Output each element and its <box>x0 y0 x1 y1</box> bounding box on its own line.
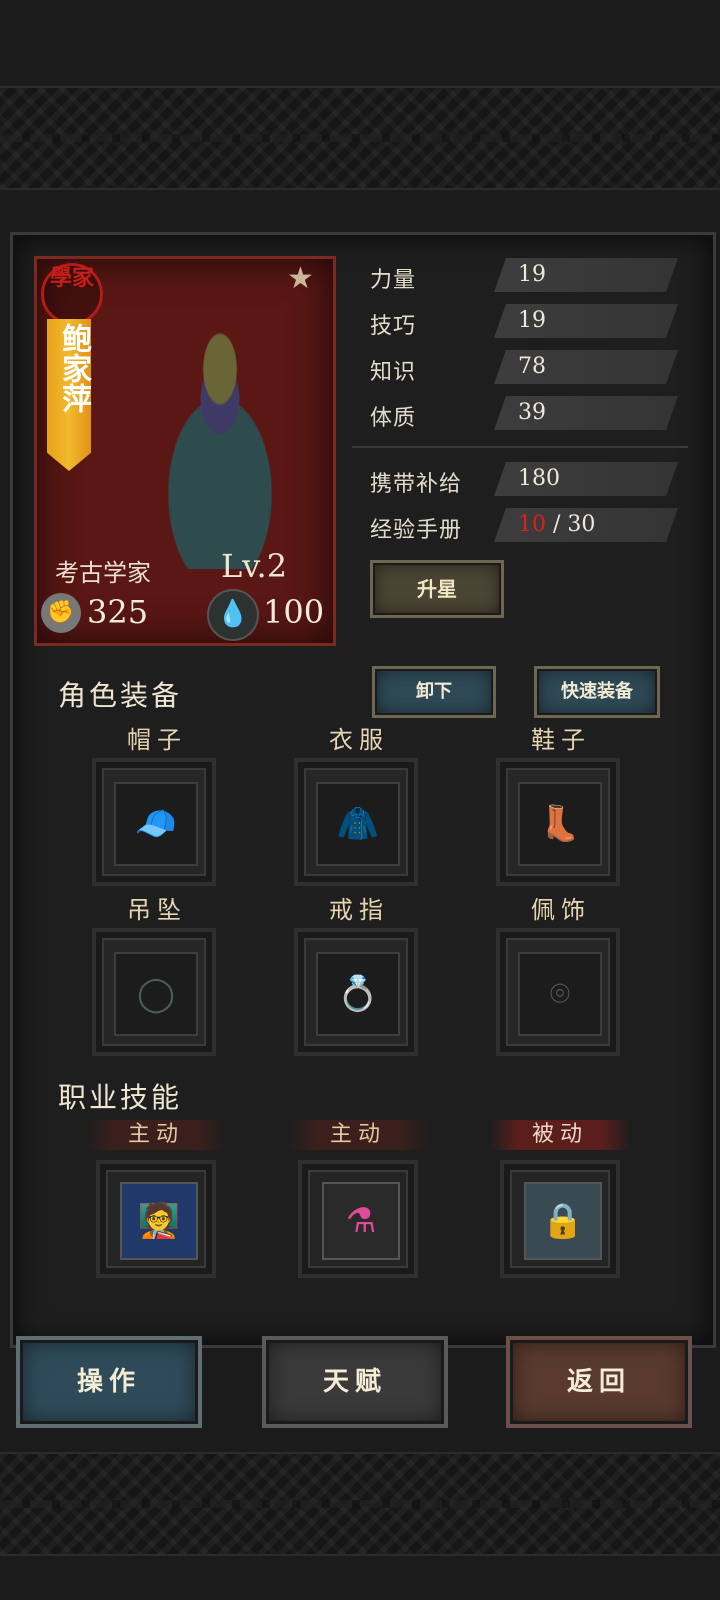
manual-label: 经验手册 <box>370 518 463 543</box>
skill-slot-active-1[interactable]: 🧑‍🏫 <box>96 1160 216 1278</box>
boots-icon: 👢 <box>518 782 602 866</box>
star-icon: ★ <box>287 261 314 296</box>
operate-button[interactable]: 操作 <box>16 1336 202 1428</box>
equip-slot-ring[interactable]: 💍 <box>294 928 418 1056</box>
equip-slot-hat[interactable]: 🧢 <box>92 758 216 886</box>
slot-label-shoes: 鞋子 <box>531 726 591 754</box>
stats-divider <box>352 446 688 448</box>
scholar-skill-icon: 🧑‍🏫 <box>120 1182 198 1260</box>
ring-icon: 💍 <box>316 952 400 1036</box>
character-name: 鲍家萍 <box>56 323 91 413</box>
stat-value-skill: 19 <box>494 304 678 338</box>
cap-icon: 🧢 <box>114 782 198 866</box>
manual-value: 10 / 30 <box>494 508 678 542</box>
lock-skill-icon: 🔒 <box>524 1182 602 1260</box>
class-seal: 學家 <box>41 263 103 325</box>
accessory-icon: ⌾ <box>518 952 602 1036</box>
equip-slot-accessory[interactable]: ⌾ <box>496 928 620 1056</box>
equip-slot-shoes[interactable]: 👢 <box>496 758 620 886</box>
supplies-label: 携带补给 <box>370 472 463 497</box>
skill-slot-passive[interactable]: 🔒 <box>500 1160 620 1278</box>
stat-value-strength: 19 <box>494 258 678 292</box>
stat-label-knowledge: 知识 <box>370 360 417 385</box>
pendant-icon: ◯ <box>114 952 198 1036</box>
back-button[interactable]: 返回 <box>506 1336 692 1428</box>
slot-label-clothes: 衣服 <box>329 726 389 754</box>
skill-tag-passive: 被动 <box>490 1120 630 1150</box>
stat-value-knowledge: 78 <box>494 350 678 384</box>
quick-equip-button[interactable]: 快速装备 <box>534 666 660 718</box>
star-up-button[interactable]: 升星 <box>370 560 504 618</box>
stat-label-skill: 技巧 <box>370 314 417 339</box>
slot-label-ring: 戒指 <box>329 896 389 924</box>
equip-slot-clothes[interactable]: 🧥 <box>294 758 418 886</box>
jacket-icon: 🧥 <box>316 782 400 866</box>
top-decorative-band <box>0 86 720 190</box>
skill-tag-active-1: 主动 <box>86 1120 226 1150</box>
manual-current: 10 <box>518 512 546 537</box>
energy-value: 100 <box>263 593 325 631</box>
stat-value-constitution: 39 <box>494 396 678 430</box>
stat-label-constitution: 体质 <box>370 406 417 431</box>
character-level: Lv.2 <box>221 547 288 585</box>
fist-icon: ✊ <box>41 593 81 633</box>
bottom-decorative-band <box>0 1452 720 1556</box>
stat-label-strength: 力量 <box>370 268 417 293</box>
manual-separator: / <box>546 512 568 537</box>
skill-slot-active-2[interactable]: ⚗ <box>298 1160 418 1278</box>
unload-button[interactable]: 卸下 <box>372 666 496 718</box>
energy-drop-icon: 💧 <box>207 589 259 641</box>
equip-slot-pendant[interactable]: ◯ <box>92 928 216 1056</box>
supplies-value: 180 <box>494 462 678 496</box>
character-portrait-card[interactable]: 學家 鲍家萍 ★ 考古学家 Lv.2 ✊ 325 💧 100 <box>34 256 336 646</box>
slot-label-hat: 帽子 <box>127 726 187 754</box>
slot-label-pendant: 吊坠 <box>127 896 187 924</box>
potion-skill-icon: ⚗ <box>322 1182 400 1260</box>
power-value: 325 <box>87 593 149 631</box>
skills-title: 职业技能 <box>58 1081 183 1114</box>
character-illustration <box>125 319 315 569</box>
talent-button[interactable]: 天赋 <box>262 1336 448 1428</box>
equipment-title: 角色装备 <box>58 679 183 712</box>
slot-label-accessory: 佩饰 <box>531 896 591 924</box>
manual-total: 30 <box>567 512 596 537</box>
character-class: 考古学家 <box>55 559 151 587</box>
skill-tag-active-2: 主动 <box>288 1120 428 1150</box>
